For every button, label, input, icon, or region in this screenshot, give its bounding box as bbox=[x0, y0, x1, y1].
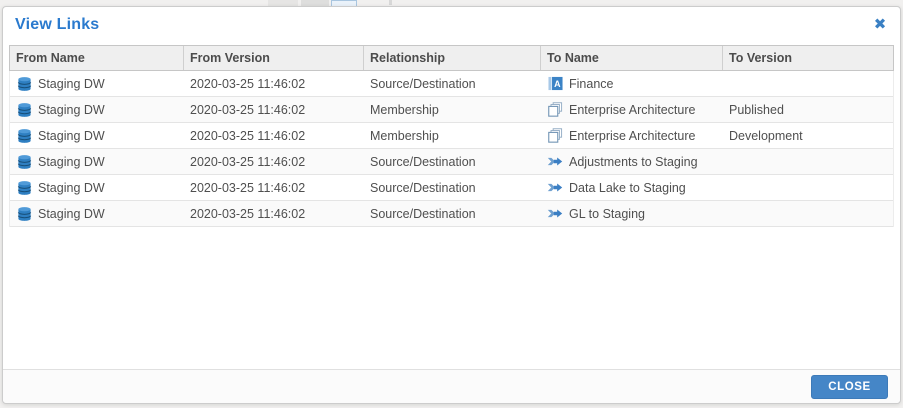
cell-relationship: Source/Destination bbox=[370, 206, 476, 221]
cell-relationship: Source/Destination bbox=[370, 180, 476, 195]
close-icon[interactable]: ✖ bbox=[869, 14, 891, 36]
cell-from-version: 2020-03-25 11:46:02 bbox=[190, 128, 306, 143]
from-name-label: Staging DW bbox=[38, 128, 105, 143]
table-body: Staging DW 2020-03-25 11:46:02 Source/De… bbox=[9, 71, 894, 227]
mapping-icon bbox=[547, 154, 563, 170]
cell-to-version bbox=[723, 71, 893, 96]
database-icon bbox=[16, 102, 32, 118]
column-header-from-version[interactable]: From Version bbox=[184, 46, 364, 70]
column-header-from-name[interactable]: From Name bbox=[10, 46, 184, 70]
view-links-dialog: View Links ✖ From Name From Version Rela… bbox=[2, 6, 901, 404]
to-name-label: Enterprise Architecture bbox=[569, 128, 696, 143]
cell-from-version: 2020-03-25 11:46:02 bbox=[190, 154, 306, 169]
to-name-label: Enterprise Architecture bbox=[569, 102, 696, 117]
cell-from-version: 2020-03-25 11:46:02 bbox=[190, 180, 306, 195]
column-header-to-version[interactable]: To Version bbox=[723, 46, 893, 70]
to-name-label: Data Lake to Staging bbox=[569, 180, 686, 195]
from-name-label: Staging DW bbox=[38, 206, 105, 221]
cell-relationship: Membership bbox=[370, 102, 439, 117]
model-icon bbox=[547, 128, 563, 144]
application-icon: A bbox=[547, 76, 563, 92]
from-name-label: Staging DW bbox=[38, 180, 105, 195]
cell-from-name: Staging DW bbox=[10, 201, 184, 226]
cell-relationship: Source/Destination bbox=[370, 76, 476, 91]
to-name-label: GL to Staging bbox=[569, 206, 645, 221]
cell-to-version bbox=[723, 149, 893, 174]
cell-from-name: Staging DW bbox=[10, 123, 184, 148]
table-row[interactable]: Staging DW 2020-03-25 11:46:02 Source/De… bbox=[10, 71, 893, 97]
table-row[interactable]: Staging DW 2020-03-25 11:46:02 Membershi… bbox=[10, 123, 893, 149]
cell-to-name: Data Lake to Staging bbox=[541, 175, 723, 200]
cell-to-name: Enterprise Architecture bbox=[541, 97, 723, 122]
cell-to-name: Adjustments to Staging bbox=[541, 149, 723, 174]
dialog-footer: CLOSE bbox=[3, 369, 900, 403]
dialog-header: View Links ✖ bbox=[3, 7, 900, 45]
cell-relationship: Membership bbox=[370, 128, 439, 143]
to-name-label: Adjustments to Staging bbox=[569, 154, 698, 169]
cell-from-version: 2020-03-25 11:46:02 bbox=[190, 76, 306, 91]
database-icon bbox=[16, 180, 32, 196]
dialog-title: View Links bbox=[15, 16, 100, 33]
column-header-to-name[interactable]: To Name bbox=[541, 46, 723, 70]
cell-to-name: GL to Staging bbox=[541, 201, 723, 226]
cell-relationship: Source/Destination bbox=[370, 154, 476, 169]
svg-text:A: A bbox=[554, 79, 561, 89]
table-header-row: From Name From Version Relationship To N… bbox=[9, 45, 894, 71]
table-row[interactable]: Staging DW 2020-03-25 11:46:02 Source/De… bbox=[10, 175, 893, 201]
cell-from-version: 2020-03-25 11:46:02 bbox=[190, 206, 306, 221]
mapping-icon bbox=[547, 206, 563, 222]
column-header-relationship[interactable]: Relationship bbox=[364, 46, 541, 70]
table-row[interactable]: Staging DW 2020-03-25 11:46:02 Source/De… bbox=[10, 201, 893, 227]
cell-to-name: Enterprise Architecture bbox=[541, 123, 723, 148]
table-row[interactable]: Staging DW 2020-03-25 11:46:02 Membershi… bbox=[10, 97, 893, 123]
table-row[interactable]: Staging DW 2020-03-25 11:46:02 Source/De… bbox=[10, 149, 893, 175]
background-page-fragment bbox=[389, 0, 392, 5]
from-name-label: Staging DW bbox=[38, 154, 105, 169]
database-icon bbox=[16, 76, 32, 92]
mapping-icon bbox=[547, 180, 563, 196]
from-name-label: Staging DW bbox=[38, 76, 105, 91]
close-button[interactable]: CLOSE bbox=[811, 374, 888, 399]
cell-from-name: Staging DW bbox=[10, 175, 184, 200]
cell-to-version: Development bbox=[729, 128, 803, 143]
cell-to-name: A Finance bbox=[541, 71, 723, 96]
database-icon bbox=[16, 206, 32, 222]
cell-from-version: 2020-03-25 11:46:02 bbox=[190, 102, 306, 117]
cell-to-version bbox=[723, 201, 893, 226]
cell-from-name: Staging DW bbox=[10, 97, 184, 122]
to-name-label: Finance bbox=[569, 76, 614, 91]
database-icon bbox=[16, 154, 32, 170]
model-icon bbox=[547, 102, 563, 118]
cell-to-version bbox=[723, 175, 893, 200]
database-icon bbox=[16, 128, 32, 144]
cell-from-name: Staging DW bbox=[10, 149, 184, 174]
cell-to-version: Published bbox=[729, 102, 784, 117]
dialog-body: From Name From Version Relationship To N… bbox=[3, 45, 900, 369]
from-name-label: Staging DW bbox=[38, 102, 105, 117]
cell-from-name: Staging DW bbox=[10, 71, 184, 96]
